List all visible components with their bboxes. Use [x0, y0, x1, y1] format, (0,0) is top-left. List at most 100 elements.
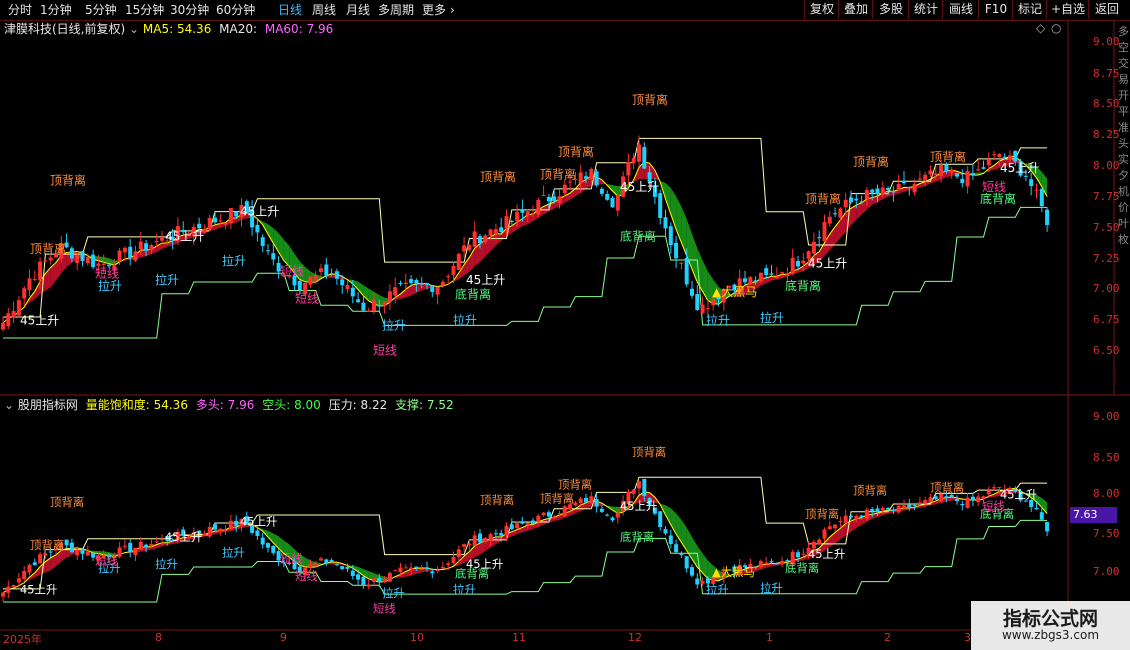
candle-body: [27, 564, 32, 573]
ma-ribbon-segment: [904, 187, 910, 192]
candle-body: [711, 299, 716, 306]
candle-body: [748, 277, 753, 285]
candle-body: [324, 559, 329, 563]
ma-ribbon-segment: [575, 182, 581, 197]
candle-body: [197, 223, 202, 229]
candle-body: [329, 560, 334, 563]
candle-body: [758, 272, 763, 282]
candle-body: [774, 276, 779, 279]
signal-label: 拉升: [155, 557, 178, 571]
diamond-icon[interactable]: ◇: [1036, 21, 1045, 35]
candle-body: [960, 504, 965, 506]
candle-body: [902, 180, 906, 184]
chevron-down-icon[interactable]: ⌄: [4, 398, 18, 412]
signal-label: 顶背离: [30, 241, 66, 256]
candle-body: [599, 188, 604, 194]
candle-body: [923, 500, 928, 504]
candle-body: [324, 264, 329, 276]
candle-body: [790, 257, 795, 274]
candle-body: [965, 497, 970, 508]
signal-label: 45上升: [20, 583, 57, 597]
candle-body: [764, 268, 769, 275]
stock-name[interactable]: 津膜科技(日线,前复权): [4, 22, 125, 36]
candle-body: [202, 533, 207, 536]
chevron-down-icon[interactable]: ⌄: [129, 22, 143, 36]
candle-body: [944, 496, 949, 498]
candle-body: [1, 592, 5, 597]
candle-body: [133, 251, 138, 261]
candle-body: [912, 505, 917, 507]
candle-body: [642, 147, 647, 169]
candle-body: [160, 237, 164, 241]
candle-body: [743, 278, 747, 283]
short-label: 空头:: [262, 398, 291, 412]
candle-body: [1002, 156, 1007, 158]
candle-body: [144, 544, 149, 548]
watermark: 指标公式网 www.zbgs3.com: [971, 601, 1130, 650]
candle-body: [43, 553, 48, 556]
candle-body: [398, 567, 403, 573]
candle-body: [753, 280, 758, 283]
candle-body: [467, 543, 472, 546]
candle-body: [218, 220, 223, 222]
candle-body: [796, 260, 800, 267]
ma-ribbon-segment: [665, 505, 671, 525]
signal-label: 拉升: [382, 586, 405, 600]
ma-ribbon-segment: [268, 224, 274, 244]
options-icon[interactable]: ○: [1051, 21, 1061, 35]
candle-body: [75, 549, 80, 556]
candle-body: [854, 516, 859, 520]
indicator-name[interactable]: 股朋指标网: [18, 398, 78, 412]
candle-body: [875, 508, 880, 513]
ma-ribbon-segment: [866, 197, 873, 210]
signal-label: 45上升: [466, 273, 505, 287]
signal-label: 短线: [280, 264, 304, 278]
signal-label: 短线: [373, 343, 397, 357]
candle-body: [838, 521, 843, 523]
signal-label: 拉升: [706, 313, 730, 328]
candle-body: [160, 538, 164, 540]
candle-body: [403, 282, 408, 285]
price-tick: 7.00: [1093, 282, 1120, 295]
candle-body: [80, 549, 85, 554]
short-value: 8.00: [294, 398, 321, 412]
candle-body: [207, 526, 212, 537]
candle-body: [700, 581, 705, 584]
candle-body: [949, 169, 954, 173]
candle-body: [462, 245, 467, 252]
candle-body: [266, 543, 270, 548]
candle-body: [520, 521, 525, 524]
candle-body: [69, 248, 74, 259]
candle-body: [504, 525, 509, 536]
candle-body: [22, 288, 27, 299]
candle-body: [578, 172, 583, 184]
candle-body: [308, 276, 313, 285]
candle-body: [880, 507, 885, 511]
candle-body: [880, 187, 885, 196]
candle-body: [637, 481, 641, 489]
candle-body: [859, 515, 864, 518]
candle-body: [313, 562, 318, 567]
candle-body: [917, 502, 922, 505]
price-tick: 9.00: [1093, 410, 1120, 423]
candle-body: [674, 242, 679, 259]
signal-label: 顶背离: [30, 538, 64, 552]
candle-body: [409, 567, 414, 570]
signal-label: 45上升: [808, 257, 847, 271]
kline-chart-canvas[interactable]: 顶背离顶背离顶背离 顶背离顶背离顶背离顶背离顶背离 顶背离底背离底背离底背离底背离4…: [0, 0, 1130, 650]
price-tick: 8.00: [1093, 159, 1120, 172]
candle-body: [419, 568, 424, 570]
signal-label: 拉升: [706, 583, 729, 597]
candle-body: [48, 257, 53, 261]
signal-label: 底背离: [455, 287, 491, 302]
candle-body: [377, 304, 382, 307]
candle-body: [637, 144, 641, 162]
signal-label: 顶背离: [632, 445, 666, 459]
candle-body: [785, 273, 790, 277]
candle-body: [536, 199, 541, 215]
candle-body: [531, 520, 535, 524]
ma-ribbon-segment: [702, 260, 708, 301]
candle-body: [478, 533, 482, 543]
candle-body: [907, 504, 912, 509]
candle-body: [414, 280, 419, 284]
